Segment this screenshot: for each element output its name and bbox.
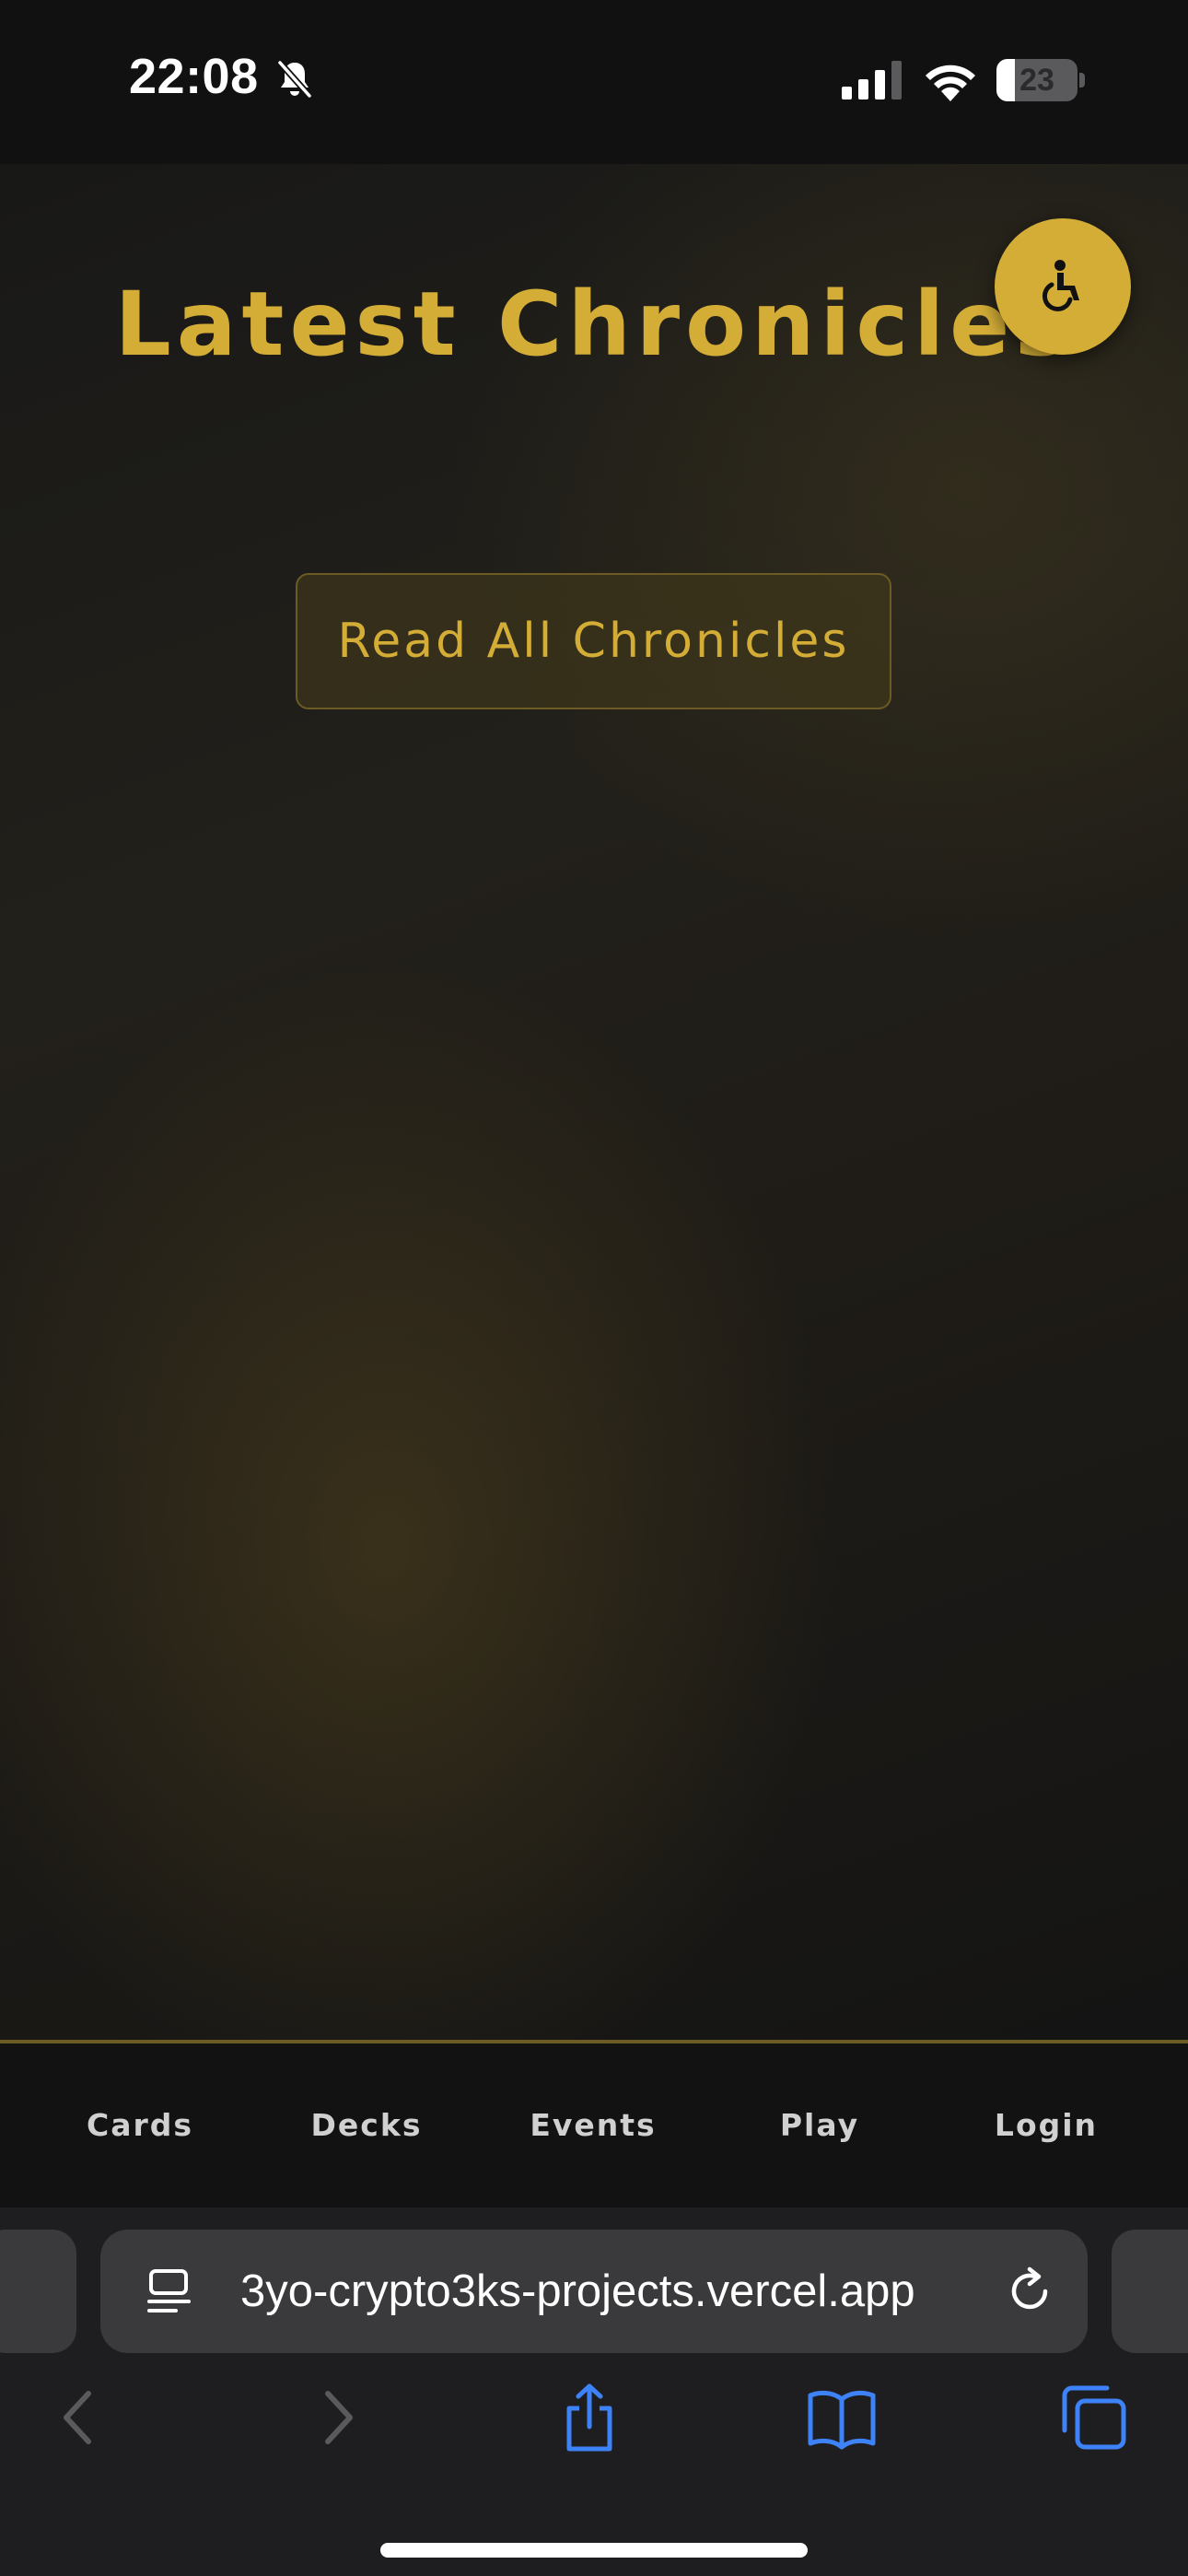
wifi-icon: [926, 64, 975, 101]
nav-item-cards[interactable]: Cards: [48, 2043, 232, 2207]
bell-slash-icon: [277, 60, 312, 99]
url-text[interactable]: 3yo-crypto3ks-projects.vercel.app: [240, 2230, 968, 2353]
page-menu-icon[interactable]: [146, 2268, 192, 2316]
address-bar[interactable]: 3yo-crypto3ks-projects.vercel.app: [100, 2230, 1088, 2353]
accessibility-button[interactable]: [995, 218, 1131, 355]
read-all-chronicles-button[interactable]: Read All Chronicles: [296, 573, 891, 709]
home-indicator: [380, 2543, 808, 2558]
status-time: 22:08: [129, 49, 259, 104]
nav-item-play[interactable]: Play: [728, 2043, 912, 2207]
nav-item-decks[interactable]: Decks: [274, 2043, 459, 2207]
forward-icon[interactable]: [300, 2381, 374, 2454]
nav-item-login[interactable]: Login: [954, 2043, 1138, 2207]
status-bar: 22:08 23: [0, 0, 1188, 164]
back-icon[interactable]: [42, 2381, 116, 2454]
battery-icon: 23: [996, 59, 1085, 101]
bottom-nav: Cards Decks Events Play Login: [0, 2043, 1188, 2207]
previous-tab-preview[interactable]: [0, 2230, 76, 2353]
nav-item-events[interactable]: Events: [501, 2043, 685, 2207]
reload-icon[interactable]: [1005, 2266, 1054, 2316]
page-content: Latest Chronicles Read All Chronicles: [0, 164, 1188, 2043]
share-icon[interactable]: [553, 2381, 626, 2454]
wheelchair-icon: [1042, 260, 1079, 311]
signal-icon: [842, 61, 902, 100]
battery-level: 23: [1019, 63, 1054, 98]
next-tab-preview[interactable]: [1112, 2230, 1188, 2353]
bookmarks-icon[interactable]: [805, 2381, 879, 2454]
tabs-icon[interactable]: [1057, 2381, 1131, 2454]
browser-bar: 3yo-crypto3ks-projects.vercel.app: [0, 2207, 1188, 2576]
